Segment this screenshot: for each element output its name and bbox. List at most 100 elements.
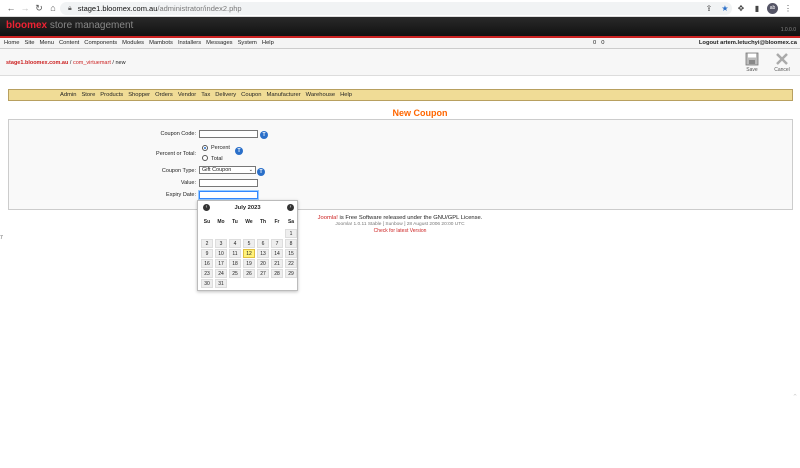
- submenu-warehouse[interactable]: Warehouse: [306, 92, 335, 98]
- coupon-code-help-icon[interactable]: T: [260, 131, 268, 139]
- messages-count[interactable]: 0: [593, 40, 596, 46]
- save-button[interactable]: Save: [740, 52, 764, 73]
- total-radio[interactable]: [202, 155, 208, 161]
- breadcrumb-component[interactable]: com_virtuemart: [73, 60, 111, 66]
- logout-link[interactable]: Logout artem.letuchyi@bloomex.ca: [699, 40, 797, 46]
- joomla-link[interactable]: Joomla!: [318, 215, 338, 221]
- menu-mambots[interactable]: Mambots: [149, 40, 173, 46]
- calendar-day[interactable]: 14: [271, 249, 283, 258]
- calendar-day[interactable]: 19: [243, 259, 255, 268]
- users-online-count[interactable]: 0: [601, 40, 604, 46]
- submenu-manufacturer[interactable]: Manufacturer: [266, 92, 300, 98]
- coupon-code-input[interactable]: [199, 130, 258, 138]
- menu-menu[interactable]: Menu: [39, 40, 54, 46]
- coupon-type-select[interactable]: Gift Coupon ⌄: [199, 166, 256, 174]
- coupon-type-help-icon[interactable]: T: [257, 168, 265, 176]
- submenu-shopper[interactable]: Shopper: [128, 92, 150, 98]
- submenu-admin[interactable]: Admin: [60, 92, 76, 98]
- address-bar[interactable]: 🔒︎ stage1.bloomex.com.au/administrator/i…: [60, 2, 732, 15]
- calendar-day[interactable]: 12: [243, 249, 255, 258]
- page-root: ← → ↻ ⌂ 🔒︎ stage1.bloomex.com.au/adminis…: [0, 0, 800, 468]
- message-counts: 0 0: [593, 40, 604, 46]
- browser-menu-icon[interactable]: ⋮: [782, 4, 794, 13]
- calendar-day[interactable]: 3: [215, 239, 227, 248]
- submenu-tax[interactable]: Tax: [201, 92, 210, 98]
- calendar-day[interactable]: 7: [271, 239, 283, 248]
- calendar-day[interactable]: 8: [285, 239, 297, 248]
- calendar-day[interactable]: 26: [243, 269, 255, 278]
- share-icon[interactable]: ⇪: [703, 4, 715, 13]
- top-menu-bar: Home Site Menu Content Components Module…: [0, 38, 800, 49]
- breadcrumb-site[interactable]: stage1.bloomex.com.au: [6, 60, 68, 66]
- submenu-store[interactable]: Store: [81, 92, 95, 98]
- date-picker-calendar: ‹ July 2023 › Su Mo Tu We Th Fr Sa 1 2 3 4 5 6 7 8 9 10 1…: [197, 200, 298, 291]
- submenu-vendor[interactable]: Vendor: [178, 92, 196, 98]
- submenu-help[interactable]: Help: [340, 92, 352, 98]
- percent-radio[interactable]: [202, 145, 208, 151]
- version-label: 1.0.0.0: [780, 27, 796, 33]
- chevron-down-icon: ⌄: [248, 167, 253, 173]
- calendar-header: ‹ July 2023 ›: [198, 201, 297, 215]
- calendar-day[interactable]: 6: [257, 239, 269, 248]
- calendar-day[interactable]: 15: [285, 249, 297, 258]
- calendar-day[interactable]: 30: [201, 279, 213, 288]
- extensions-puzzle-icon[interactable]: ✥: [735, 4, 747, 13]
- menu-components[interactable]: Components: [84, 40, 117, 46]
- menu-content[interactable]: Content: [59, 40, 79, 46]
- calendar-day[interactable]: 10: [215, 249, 227, 258]
- reload-icon[interactable]: ↻: [32, 1, 46, 15]
- calendar-day[interactable]: 5: [243, 239, 255, 248]
- menu-installers[interactable]: Installers: [178, 40, 201, 46]
- submenu-delivery[interactable]: Delivery: [215, 92, 236, 98]
- calendar-day[interactable]: 21: [271, 259, 283, 268]
- calendar-day[interactable]: 22: [285, 259, 297, 268]
- expiry-date-input[interactable]: [199, 191, 258, 199]
- calendar-day[interactable]: 29: [285, 269, 297, 278]
- menu-home[interactable]: Home: [4, 40, 19, 46]
- calendar-day[interactable]: 2: [201, 239, 213, 248]
- lock-icon: 🔒︎: [68, 4, 72, 12]
- calendar-day[interactable]: 24: [215, 269, 227, 278]
- bookmark-star-icon[interactable]: ★: [719, 4, 731, 13]
- next-month-icon[interactable]: ›: [287, 204, 294, 211]
- calendar-day[interactable]: 1: [285, 229, 297, 238]
- coupon-form: Coupon Code: T Percent or Total: Percent…: [8, 119, 793, 210]
- calendar-day[interactable]: 31: [215, 279, 227, 288]
- stray-mark: 7: [0, 235, 3, 241]
- submenu-coupon[interactable]: Coupon: [241, 92, 261, 98]
- value-input[interactable]: [199, 179, 258, 187]
- forward-arrow-icon[interactable]: →: [18, 1, 32, 15]
- calendar-weekday: Su: [203, 219, 211, 225]
- calendar-day[interactable]: 17: [215, 259, 227, 268]
- url-text: stage1.bloomex.com.au/administrator/inde…: [77, 4, 242, 13]
- profile-avatar[interactable]: ab: [767, 3, 778, 14]
- menu-messages[interactable]: Messages: [206, 40, 232, 46]
- calendar-day[interactable]: 20: [257, 259, 269, 268]
- calendar-day[interactable]: 11: [229, 249, 241, 258]
- side-panel-icon[interactable]: ▮: [751, 4, 763, 13]
- submenu-products[interactable]: Products: [100, 92, 123, 98]
- home-icon[interactable]: ⌂: [46, 1, 60, 15]
- calendar-day[interactable]: 27: [257, 269, 269, 278]
- calendar-day[interactable]: 28: [271, 269, 283, 278]
- browser-actions: ⇪ ★ ✥ ▮ ab ⋮: [703, 2, 800, 15]
- calendar-day[interactable]: 18: [229, 259, 241, 268]
- calendar-day[interactable]: 25: [229, 269, 241, 278]
- menu-modules[interactable]: Modules: [122, 40, 144, 46]
- browser-toolbar: ← → ↻ ⌂ 🔒︎ stage1.bloomex.com.au/adminis…: [0, 0, 800, 17]
- percent-total-label: Percent or Total:: [156, 151, 196, 157]
- calendar-day[interactable]: 16: [201, 259, 213, 268]
- menu-system[interactable]: System: [238, 40, 257, 46]
- cancel-button[interactable]: Cancel: [770, 52, 794, 73]
- menu-help[interactable]: Help: [262, 40, 274, 46]
- menu-site[interactable]: Site: [24, 40, 34, 46]
- back-arrow-icon[interactable]: ←: [4, 1, 18, 15]
- calendar-day[interactable]: 23: [201, 269, 213, 278]
- percent-total-help-icon[interactable]: T: [235, 147, 243, 155]
- top-menu: Home Site Menu Content Components Module…: [4, 40, 274, 46]
- calendar-day[interactable]: 13: [257, 249, 269, 258]
- calendar-day[interactable]: 4: [229, 239, 241, 248]
- submenu-orders[interactable]: Orders: [155, 92, 173, 98]
- calendar-day[interactable]: 9: [201, 249, 213, 258]
- brand-logo: bloomex store management: [6, 20, 134, 31]
